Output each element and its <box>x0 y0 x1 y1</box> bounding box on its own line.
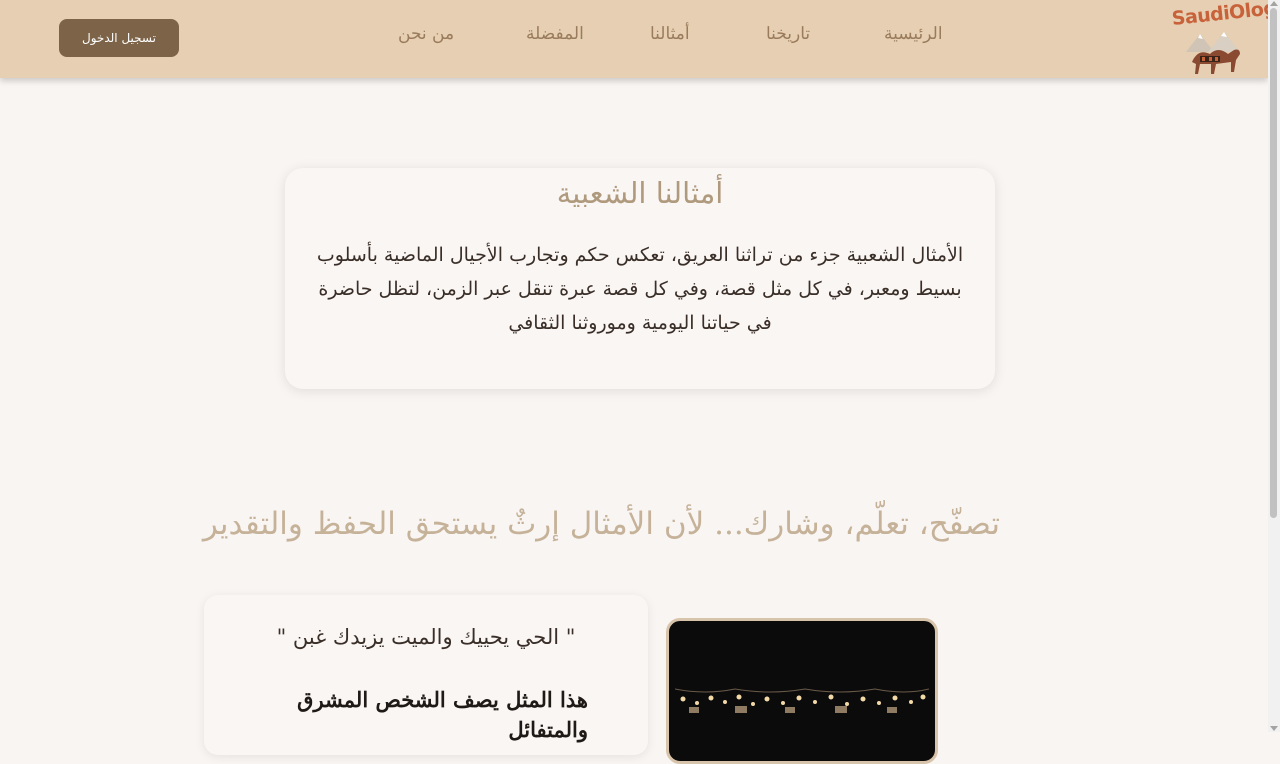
proverb-image[interactable] <box>666 618 938 764</box>
top-navbar: تسجيل الدخول من نحن المفضلة أمثالنا تاري… <box>0 0 1280 78</box>
section-tagline: تصفّح، تعلّم، وشارك... لأن الأمثال إرثٌ … <box>202 506 1000 542</box>
logo-text: SaudiOlogy <box>1170 0 1280 30</box>
intro-title: أمثالنا الشعبية <box>556 176 724 210</box>
string-lights-image <box>675 688 929 713</box>
nav-proverbs[interactable]: أمثالنا <box>650 24 690 44</box>
nav-favorites[interactable]: المفضلة <box>526 24 584 44</box>
proverb-quote: " الحي يحييك والميت يزيدك غبن " <box>276 625 576 649</box>
proverb-card[interactable]: " الحي يحييك والميت يزيدك غبن " هذا المث… <box>204 595 648 755</box>
page-scrollbar[interactable] <box>1268 0 1280 732</box>
nav-home[interactable]: الرئيسية <box>884 24 943 44</box>
camel-icon <box>1186 32 1240 74</box>
scroll-thumb[interactable] <box>1270 8 1277 518</box>
scroll-up-arrow[interactable] <box>1270 1 1278 6</box>
nav-history[interactable]: تاريخنا <box>766 24 810 44</box>
login-button[interactable]: تسجيل الدخول <box>59 19 179 57</box>
proverb-description: هذا المثل يصف الشخص المشرق والمتفائل <box>297 687 588 742</box>
nav-about[interactable]: من نحن <box>398 24 454 44</box>
intro-text: الأمثال الشعبية جزء من تراثنا العريق، تع… <box>316 244 964 334</box>
scroll-down-arrow[interactable] <box>1270 726 1278 731</box>
intro-card: أمثالنا الشعبية الأمثال الشعبية جزء من ت… <box>285 168 995 389</box>
site-logo[interactable]: SaudiOlogy <box>1168 0 1280 76</box>
